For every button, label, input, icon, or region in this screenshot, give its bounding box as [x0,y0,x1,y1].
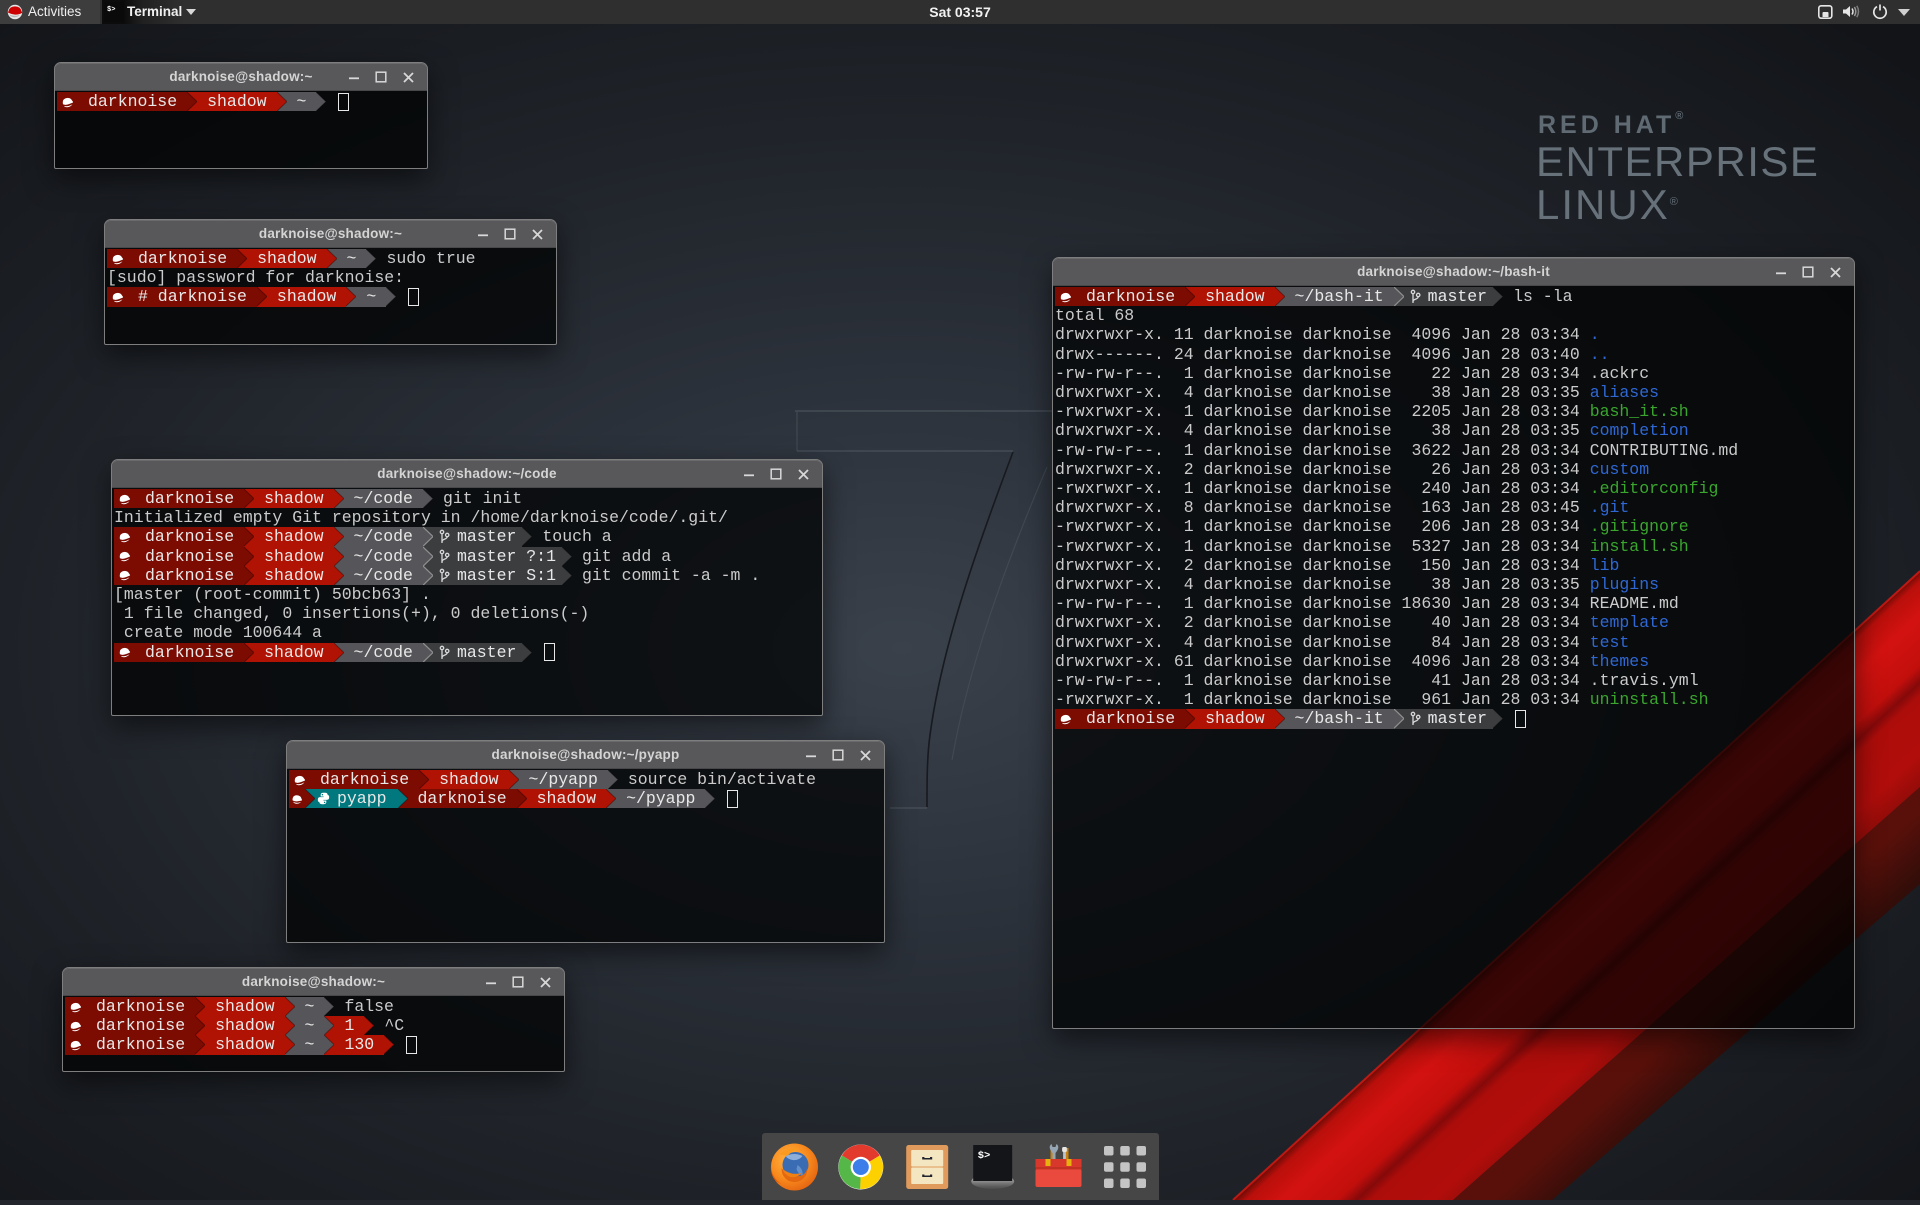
svg-text:$>: $> [107,6,115,14]
svg-text:$>: $> [978,1150,991,1162]
